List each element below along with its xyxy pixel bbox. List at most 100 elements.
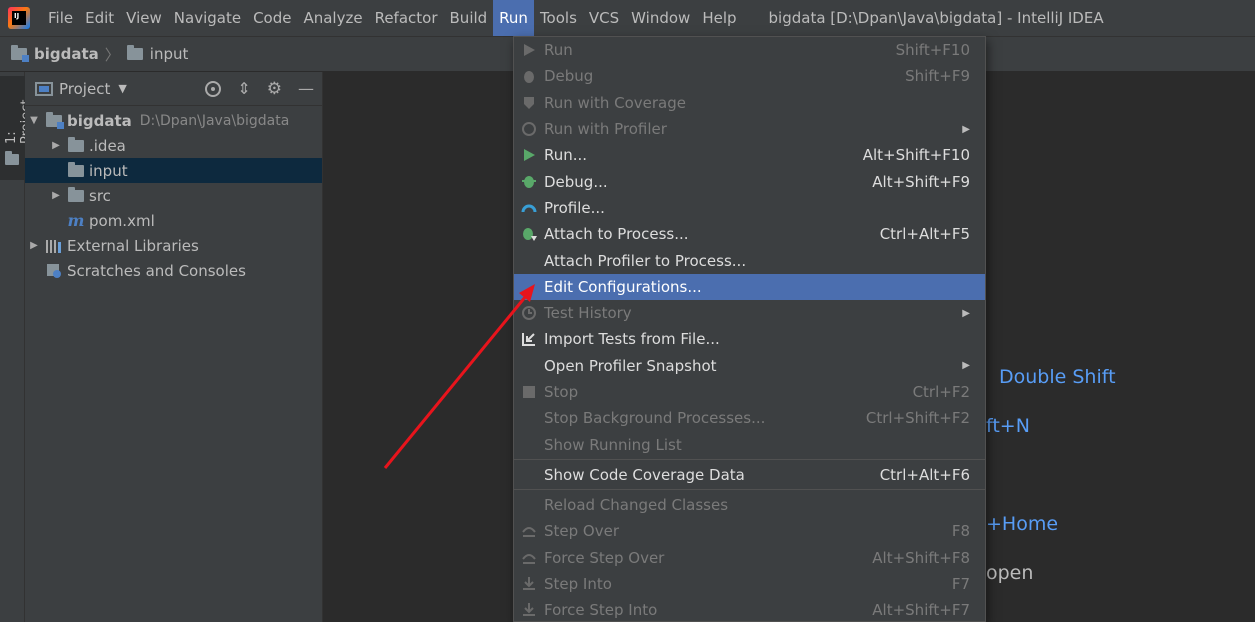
project-view-icon (35, 81, 53, 96)
menu-item-run-with-profiler[interactable]: Run with Profiler ▶ (514, 116, 985, 142)
breadcrumb-project[interactable]: bigdata (10, 45, 99, 63)
folder-icon (5, 151, 19, 165)
menu-item-force-step-over[interactable]: Force Step Over Alt+Shift+F8 (514, 545, 985, 571)
tree-item-path-hint: D:\Dpan\Java\bigdata (139, 112, 290, 129)
menu-item-reload-changed-classes[interactable]: Reload Changed Classes (514, 492, 985, 518)
tree-item-scratches[interactable]: Scratches and Consoles (25, 258, 322, 283)
breadcrumb-folder[interactable]: input (126, 45, 189, 63)
menu-file[interactable]: File (42, 0, 79, 36)
debug-icon (520, 67, 538, 85)
run-icon (520, 41, 538, 59)
menu-build[interactable]: Build (444, 0, 494, 36)
import-icon (520, 330, 538, 348)
tree-item-label: src (89, 186, 111, 205)
force-step-into-icon (520, 601, 538, 619)
menu-window[interactable]: Window (625, 0, 696, 36)
tree-item-external-libraries[interactable]: ▶ External Libraries (25, 233, 322, 258)
profile-gauge-icon (520, 199, 538, 217)
tree-item-input[interactable]: input (25, 158, 322, 183)
tree-item-idea[interactable]: ▶ .idea (25, 133, 322, 158)
collapsed-arrow-icon[interactable]: ▶ (49, 140, 63, 151)
stop-icon (520, 383, 538, 401)
menu-item-test-history[interactable]: Test History ▶ (514, 300, 985, 326)
libraries-icon (45, 238, 63, 254)
menu-item-import-tests[interactable]: Import Tests from File... (514, 326, 985, 352)
attach-icon (520, 225, 538, 243)
menu-refactor[interactable]: Refactor (369, 0, 444, 36)
menu-navigate[interactable]: Navigate (168, 0, 247, 36)
project-tree: ▼ bigdata D:\Dpan\Java\bigdata ▶ .idea i… (25, 106, 322, 283)
breadcrumb-project-label: bigdata (34, 45, 99, 63)
menu-tools[interactable]: Tools (534, 0, 583, 36)
submenu-arrow-icon: ▶ (962, 123, 970, 135)
folder-icon (126, 45, 144, 62)
left-tool-strip: 1: Project (0, 72, 34, 622)
menu-item-run-with-coverage[interactable]: Run with Coverage (514, 90, 985, 116)
force-step-over-icon (520, 549, 538, 567)
gear-icon[interactable]: ⚙ (267, 79, 282, 99)
collapse-all-icon[interactable]: ⇕ (237, 79, 250, 98)
collapsed-arrow-icon[interactable]: ▶ (49, 190, 63, 201)
step-into-icon (520, 575, 538, 593)
menu-item-attach-profiler[interactable]: Attach Profiler to Process... (514, 247, 985, 273)
maven-icon: m (67, 211, 85, 230)
menu-view[interactable]: View (120, 0, 168, 36)
breadcrumb-folder-label: input (149, 45, 189, 63)
history-icon (520, 304, 538, 322)
menu-item-step-over[interactable]: Step Over F8 (514, 518, 985, 544)
menu-item-force-step-into[interactable]: Force Step Into Alt+Shift+F7 (514, 597, 985, 621)
profiler-icon (520, 120, 538, 138)
module-folder-icon (10, 45, 29, 62)
menu-item-profile[interactable]: Profile... (514, 195, 985, 221)
tree-item-label: Scratches and Consoles (67, 261, 246, 280)
menu-help[interactable]: Help (696, 0, 742, 36)
menu-item-show-coverage-data[interactable]: Show Code Coverage Data Ctrl+Alt+F6 (514, 462, 985, 488)
editor-hint-drop-files: open (986, 562, 1034, 584)
minimize-icon[interactable]: — (298, 79, 314, 98)
expanded-arrow-icon[interactable]: ▼ (27, 115, 41, 126)
project-panel-title[interactable]: Project (59, 80, 110, 98)
module-folder-icon (45, 111, 64, 129)
tree-item-label: input (89, 161, 128, 180)
menu-code[interactable]: Code (247, 0, 297, 36)
tree-item-pom[interactable]: m pom.xml (25, 208, 322, 233)
project-panel-header: Project ▼ ⇕ ⚙ — (25, 72, 322, 106)
menu-run[interactable]: Run (493, 0, 534, 36)
tree-item-label: pom.xml (89, 211, 155, 230)
menu-edit[interactable]: Edit (79, 0, 120, 36)
scratches-icon (45, 263, 63, 279)
debug-icon (520, 172, 538, 190)
project-tool-tab[interactable]: 1: Project (0, 76, 34, 180)
menu-item-run[interactable]: Run Shift+F10 (514, 37, 985, 63)
editor-hint-go-to-file: ft+N (986, 415, 1030, 437)
run-menu-dropdown: Run Shift+F10 Debug Shift+F9 Run with Co… (513, 36, 986, 622)
menu-item-edit-configurations[interactable]: Edit Configurations... (514, 273, 985, 300)
menu-item-run-ellipsis[interactable]: Run... Alt+Shift+F10 (514, 142, 985, 168)
coverage-icon (520, 94, 538, 112)
menu-item-open-profiler-snapshot[interactable]: Open Profiler Snapshot ▶ (514, 353, 985, 379)
editor-hint-navigation-bar: +Home (986, 513, 1059, 535)
window-title: bigdata [D:\Dpan\Java\bigdata] - Intelli… (768, 9, 1104, 27)
menu-item-step-into[interactable]: Step Into F7 (514, 571, 985, 597)
chevron-right-icon: 〉 (104, 45, 120, 64)
folder-icon (67, 136, 85, 154)
menu-vcs[interactable]: VCS (583, 0, 625, 36)
menu-analyze[interactable]: Analyze (297, 0, 368, 36)
run-icon (520, 146, 538, 164)
menu-bar: IJ File Edit View Navigate Code Analyze … (0, 0, 1255, 36)
project-panel: Project ▼ ⇕ ⚙ — ▼ bigdata D:\Dpan\Java\b… (25, 72, 323, 622)
menu-item-show-running-list[interactable]: Show Running List (514, 431, 985, 457)
step-over-icon (520, 522, 538, 540)
menu-item-attach-to-process[interactable]: Attach to Process... Ctrl+Alt+F5 (514, 221, 985, 247)
collapsed-arrow-icon[interactable]: ▶ (27, 240, 41, 251)
menu-item-stop-background[interactable]: Stop Background Processes... Ctrl+Shift+… (514, 405, 985, 431)
tree-item-label: bigdata (67, 111, 132, 130)
tree-item-bigdata[interactable]: ▼ bigdata D:\Dpan\Java\bigdata (25, 108, 322, 133)
menu-item-stop[interactable]: Stop Ctrl+F2 (514, 379, 985, 405)
locate-target-icon[interactable] (205, 80, 222, 97)
tree-item-src[interactable]: ▶ src (25, 183, 322, 208)
menu-item-debug-ellipsis[interactable]: Debug... Alt+Shift+F9 (514, 168, 985, 194)
menu-item-debug[interactable]: Debug Shift+F9 (514, 63, 985, 89)
folder-icon (67, 161, 85, 179)
chevron-down-icon[interactable]: ▼ (118, 82, 126, 95)
